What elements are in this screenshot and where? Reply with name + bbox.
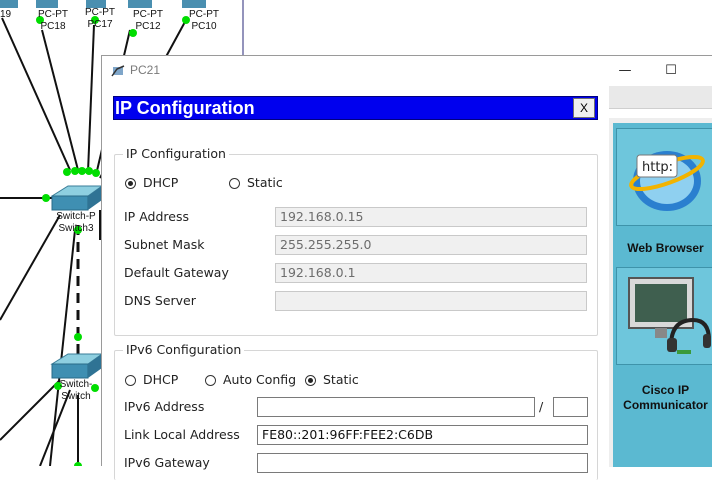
switch-lower-icon[interactable] bbox=[50, 353, 104, 379]
ipv6-dhcp-radio[interactable] bbox=[125, 375, 136, 386]
pc12-label: PC-PT PC12 bbox=[133, 9, 163, 32]
ipv6-prefix-field[interactable] bbox=[553, 397, 588, 417]
ipv4-dhcp-label[interactable]: DHCP bbox=[143, 175, 178, 190]
desktop-panel: http: Web Browser Cisco IP Communicator bbox=[613, 123, 712, 467]
ipv6-gateway-label: IPv6 Gateway bbox=[124, 455, 210, 470]
pc10-label: PC-PT PC10 bbox=[189, 9, 219, 32]
dns-server-label: DNS Server bbox=[124, 293, 196, 308]
pc17-label: PC-PT PC17 bbox=[85, 7, 115, 30]
switch3-label: Switch-P Switch3 bbox=[56, 211, 96, 234]
subnet-mask-field[interactable]: 255.255.255.0 bbox=[275, 235, 587, 255]
ip-configuration-panel: IP Configuration X IP Configuration DHCP… bbox=[112, 86, 609, 480]
ip-configuration-header: IP Configuration X bbox=[113, 96, 598, 120]
window-title: PC21 bbox=[130, 63, 161, 77]
web-browser-label[interactable]: Web Browser bbox=[613, 241, 712, 256]
ipv6-address-field[interactable] bbox=[257, 397, 535, 417]
packet-tracer-app-icon bbox=[111, 65, 125, 77]
web-browser-icon: http: bbox=[629, 151, 705, 211]
ip-configuration-title: IP Configuration bbox=[115, 98, 255, 118]
ip-address-field[interactable]: 192.168.0.15 bbox=[275, 207, 587, 227]
switch3-icon[interactable] bbox=[50, 185, 104, 211]
ipv6-prefix-separator: / bbox=[539, 399, 544, 414]
ipv6-config-group: IPv6 Configuration DHCP Auto Config Stat… bbox=[114, 342, 598, 480]
pc19-label: 19 bbox=[0, 9, 12, 20]
ip-address-label: IP Address bbox=[124, 209, 189, 224]
minimize-button[interactable]: — bbox=[602, 59, 648, 83]
ipv6-auto-config-radio[interactable] bbox=[205, 375, 216, 386]
ipv4-static-label[interactable]: Static bbox=[247, 175, 283, 190]
dns-server-field[interactable] bbox=[275, 291, 587, 311]
desktop-tab-strip bbox=[609, 86, 712, 109]
pc21-window: PC21 — ☐ http: Web Browser Cisco IP Comm… bbox=[101, 55, 712, 480]
ipv6-dhcp-label[interactable]: DHCP bbox=[143, 372, 178, 387]
web-browser-tile[interactable]: http: bbox=[616, 128, 712, 226]
ipv6-gateway-field[interactable] bbox=[257, 453, 588, 473]
link-local-address-label: Link Local Address bbox=[124, 427, 240, 442]
ipv6-group-title: IPv6 Configuration bbox=[123, 342, 245, 357]
pc18-label: PC-PT PC18 bbox=[38, 9, 68, 32]
svg-text:http:: http: bbox=[642, 160, 673, 175]
ipv4-config-group: IP Configuration DHCP Static IP Address … bbox=[114, 146, 598, 336]
cisco-ip-communicator-icon bbox=[628, 277, 711, 354]
ipv4-dhcp-radio[interactable] bbox=[125, 178, 136, 189]
link-local-address-field[interactable]: FE80::201:96FF:FEE2:C6DB bbox=[257, 425, 588, 445]
ipv4-group-title: IP Configuration bbox=[123, 146, 229, 161]
switch-lower-label: Switch- Switch bbox=[59, 379, 93, 402]
cisco-ip-communicator-tile[interactable] bbox=[616, 267, 712, 365]
minimize-icon: — bbox=[618, 63, 632, 78]
maximize-button[interactable]: ☐ bbox=[648, 59, 694, 83]
default-gateway-label: Default Gateway bbox=[124, 265, 229, 280]
subnet-mask-label: Subnet Mask bbox=[124, 237, 205, 252]
default-gateway-field[interactable]: 192.168.0.1 bbox=[275, 263, 587, 283]
ipv6-address-label: IPv6 Address bbox=[124, 399, 205, 414]
close-icon: X bbox=[579, 101, 588, 115]
close-button[interactable]: X bbox=[573, 98, 595, 118]
ipv6-auto-config-label[interactable]: Auto Config bbox=[223, 372, 296, 387]
window-titlebar[interactable]: PC21 — ☐ bbox=[102, 56, 712, 86]
ipv6-static-radio[interactable] bbox=[305, 375, 316, 386]
cisco-ip-communicator-label[interactable]: Cisco IP Communicator bbox=[613, 383, 712, 413]
ipv6-static-label[interactable]: Static bbox=[323, 372, 359, 387]
ipv4-static-radio[interactable] bbox=[229, 178, 240, 189]
maximize-icon: ☐ bbox=[665, 63, 677, 78]
